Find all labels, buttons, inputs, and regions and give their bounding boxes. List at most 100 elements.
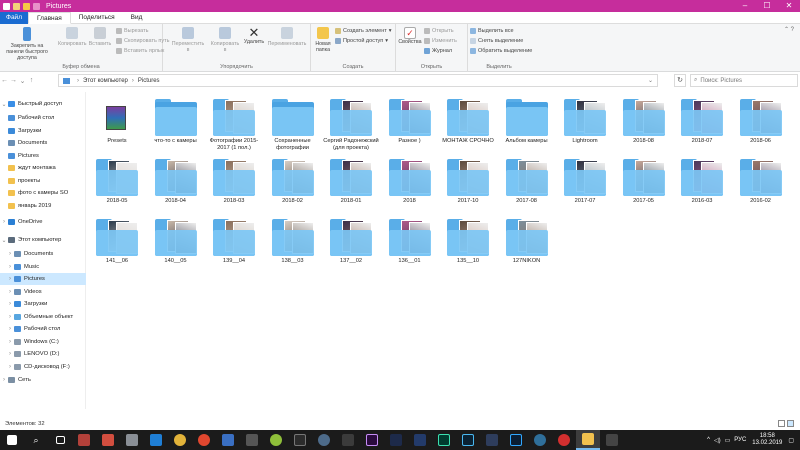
folder-item[interactable]: 2018 [381, 158, 439, 205]
tab-share[interactable]: Поделиться [71, 12, 123, 24]
folder-item[interactable]: 2017-05 [615, 158, 673, 205]
speaker-icon[interactable]: ◁) [714, 437, 721, 444]
nav-pc-item[interactable]: › Объемные объект [0, 311, 86, 323]
tray-chevron-icon[interactable]: ^ [707, 437, 710, 443]
paste-button[interactable]: Вставить [88, 27, 112, 47]
close-button[interactable]: ✕ [778, 0, 800, 12]
taskbar-app-4[interactable] [264, 430, 288, 450]
taskbar-app-2[interactable] [96, 430, 120, 450]
taskbar-app-10[interactable] [600, 430, 624, 450]
taskbar-app-5[interactable] [288, 430, 312, 450]
rename-button[interactable]: Переименовать [267, 27, 307, 47]
pin-button[interactable]: Закрепить на панели быстрого доступа [2, 27, 52, 61]
properties-icon[interactable] [13, 2, 20, 10]
start-button[interactable] [0, 430, 24, 450]
task-view-button[interactable] [48, 430, 72, 450]
properties-button[interactable]: ✓ Свойства [398, 27, 422, 45]
taskbar-opera[interactable] [552, 430, 576, 450]
folder-item[interactable]: 2017-10 [439, 158, 497, 205]
nav-network[interactable]: › Сеть [0, 374, 86, 386]
folder-item[interactable]: что-то с камеры [147, 98, 205, 145]
folder-item[interactable]: 140__05 [147, 218, 205, 265]
folder-item[interactable]: 127NIKON [498, 218, 556, 265]
breadcrumb-pictures[interactable]: Pictures [138, 78, 160, 84]
ribbon-collapse-icon[interactable]: ⌃ ? [784, 26, 794, 33]
folder-item[interactable]: 141__06 [88, 218, 146, 265]
folder-item[interactable]: 135__10 [439, 218, 497, 265]
recent-dropdown[interactable]: ⌄ [18, 77, 27, 85]
open-button[interactable]: Открыть [424, 28, 454, 34]
refresh-button[interactable]: ↻ [674, 74, 686, 87]
taskbar-audition[interactable] [432, 430, 456, 450]
nav-pc-item[interactable]: › Music [0, 261, 86, 273]
folder-item[interactable]: Альбом камеры [498, 98, 556, 145]
network-icon[interactable]: ▭ [725, 437, 731, 444]
nav-pc-item[interactable]: › Windows (C:) [0, 336, 86, 348]
nav-quick-item[interactable]: Рабочий стол [0, 112, 86, 124]
taskbar-app-8[interactable] [480, 430, 504, 450]
easy-access-button[interactable]: Простой доступ ▾ [335, 38, 388, 44]
folder-item[interactable]: 139__04 [205, 218, 263, 265]
folder-item[interactable]: 138__03 [264, 218, 322, 265]
cut-button[interactable]: Вырезать [116, 28, 148, 34]
chevron-down-icon[interactable] [33, 2, 40, 10]
notifications-icon[interactable]: ▢ [788, 437, 794, 444]
copy-path-button[interactable]: Скопировать путь [116, 38, 170, 44]
taskbar-premiere[interactable] [360, 430, 384, 450]
taskbar-app-9[interactable] [528, 430, 552, 450]
details-view-icon[interactable] [778, 420, 785, 427]
folder-item[interactable]: Сергий Радонежский (для проекта) [322, 98, 380, 152]
nav-onedrive[interactable]: › OneDrive [0, 216, 86, 228]
search-box[interactable]: ⌕ Поиск: Pictures [690, 74, 798, 87]
copy-button[interactable]: Копировать [58, 27, 87, 47]
nav-quick-item[interactable]: ждут монтажа [0, 162, 86, 174]
new-item-button[interactable]: Создать элемент ▾ [335, 28, 392, 34]
taskbar-davinci[interactable] [312, 430, 336, 450]
folder-item[interactable]: 2018-05 [88, 158, 146, 205]
tab-home[interactable]: Главная [28, 11, 71, 24]
minimize-button[interactable]: – [734, 0, 756, 12]
delete-button[interactable]: ✕ Удалить [243, 26, 265, 45]
folder-item[interactable]: 2018-06 [732, 98, 790, 145]
taskbar-app-7[interactable] [384, 430, 408, 450]
folder-item[interactable]: 2017-08 [498, 158, 556, 205]
folder-item[interactable]: 137__02 [322, 218, 380, 265]
tab-view[interactable]: Вид [123, 12, 151, 24]
nav-quick-access[interactable]: ⌄ Быстрый доступ [0, 98, 86, 110]
folder-item[interactable]: 2017-07 [556, 158, 614, 205]
taskbar-calculator[interactable] [240, 430, 264, 450]
taskbar-app-3[interactable] [120, 430, 144, 450]
taskbar-photoshop[interactable] [504, 430, 528, 450]
forward-button[interactable]: → [9, 77, 18, 84]
nav-this-pc[interactable]: ⌄ Этот компьютер [0, 234, 86, 246]
nav-quick-item[interactable]: Pictures [0, 150, 86, 162]
back-button[interactable]: ← [0, 77, 9, 84]
nav-quick-item[interactable]: Documents [0, 137, 86, 149]
nav-pc-item[interactable]: › Documents [0, 248, 86, 260]
taskbar-chrome[interactable] [168, 430, 192, 450]
folder-item[interactable]: 2016-02 [732, 158, 790, 205]
taskbar-yandex[interactable] [192, 430, 216, 450]
folder-item[interactable]: 2016-03 [673, 158, 731, 205]
paste-shortcut-button[interactable]: Вставить ярлык [116, 48, 164, 54]
new-folder-button[interactable]: Новая папка [313, 27, 333, 53]
folder-item[interactable]: 2018-02 [264, 158, 322, 205]
new-folder-icon[interactable] [23, 2, 30, 10]
nav-pc-item[interactable]: › LENOVO (D:) [0, 348, 86, 360]
tab-file[interactable]: Файл [0, 11, 28, 24]
taskbar-photos[interactable] [216, 430, 240, 450]
language-indicator[interactable]: РУС [734, 437, 746, 443]
folder-item[interactable]: 2018-08 [615, 98, 673, 145]
select-all-button[interactable]: Выделить все [470, 28, 514, 34]
nav-quick-item[interactable]: фото с камеры SO [0, 187, 86, 199]
folder-item[interactable]: 2018-07 [673, 98, 731, 145]
nav-pc-item[interactable]: › CD-дисковод (F:) [0, 361, 86, 373]
breadcrumb-this-pc[interactable]: Этот компьютер [83, 78, 128, 84]
nav-quick-item[interactable]: проекты [0, 175, 86, 187]
folder-item[interactable]: 136__01 [381, 218, 439, 265]
folder-item[interactable]: 2018-04 [147, 158, 205, 205]
search-taskbar-button[interactable]: ⌕ [24, 430, 48, 450]
file-item[interactable]: Presets [88, 98, 146, 145]
copy-to-button[interactable]: Копировать в [209, 27, 241, 53]
folder-item[interactable]: Фотографии 2015-2017 (1 пол.) [205, 98, 263, 152]
